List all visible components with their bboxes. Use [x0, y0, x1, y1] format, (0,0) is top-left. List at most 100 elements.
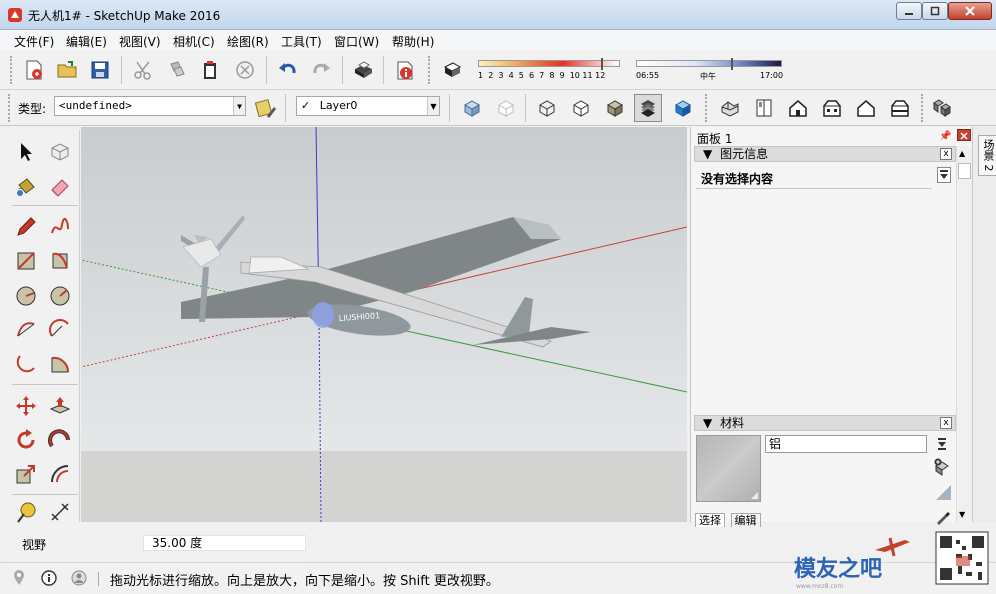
xray-button[interactable] [458, 94, 486, 122]
sample-paint-button[interactable] [935, 509, 951, 525]
top-view-button[interactable] [750, 94, 778, 122]
chevron-down-icon[interactable]: ▼ [233, 97, 245, 115]
dimension-tool-button[interactable] [46, 498, 74, 526]
move-tool-button[interactable] [12, 392, 40, 420]
menu-view[interactable]: 视图(V) [119, 33, 161, 50]
iso-view-button[interactable] [716, 94, 744, 122]
tab-edit[interactable]: 编辑 [730, 513, 761, 527]
material-menu-button[interactable] [935, 436, 949, 452]
chevron-down-icon[interactable]: ▼ [427, 97, 439, 115]
type-dropdown[interactable]: <undefined> ▼ [54, 96, 246, 116]
model-viewport[interactable]: LIUSHI001 [81, 127, 687, 522]
toolbar-grip[interactable] [705, 94, 709, 122]
eyedropper-icon [937, 512, 950, 525]
menu-edit[interactable]: 编辑(E) [66, 33, 107, 50]
scale-tool-button[interactable] [12, 460, 40, 488]
paint-bucket-button[interactable] [12, 173, 40, 201]
menu-tools[interactable]: 工具(T) [281, 33, 322, 50]
undo-button[interactable] [274, 56, 302, 84]
monochrome-button[interactable] [669, 94, 697, 122]
geo-location-icon[interactable] [10, 569, 28, 587]
shadow-time-slider[interactable]: 06:55 中午 17:00 [634, 58, 784, 84]
panel-close-button[interactable]: x [940, 148, 952, 160]
menu-draw[interactable]: 绘图(R) [227, 33, 269, 50]
three-point-arc-button[interactable] [12, 350, 40, 378]
info-icon[interactable] [40, 569, 58, 587]
close-button[interactable] [948, 2, 992, 20]
offset-tool-button[interactable] [46, 460, 74, 488]
rotate-tool-button[interactable] [12, 426, 40, 454]
shadow-month-slider[interactable]: 1 2 3 4 5 6 7 8 9 10 11 12 [474, 58, 624, 84]
sketchup-app-icon[interactable] [7, 7, 23, 23]
toolbar-grip[interactable] [10, 56, 14, 84]
hidden-line-button[interactable] [567, 94, 595, 122]
make-component-button[interactable] [46, 138, 74, 166]
erase-button[interactable] [231, 56, 259, 84]
polygon-tool-button[interactable] [46, 282, 74, 310]
toggle-details-button[interactable] [937, 167, 951, 183]
eraser-button[interactable] [46, 173, 74, 201]
print-button[interactable] [349, 56, 377, 84]
wireframe-button[interactable] [533, 94, 561, 122]
shaded-textures-button[interactable] [634, 94, 662, 122]
menu-help[interactable]: 帮助(H) [392, 33, 434, 50]
create-material-button[interactable] [933, 458, 951, 476]
default-material-button[interactable] [933, 482, 953, 502]
material-swatch[interactable] [696, 435, 761, 502]
cut-button[interactable] [129, 56, 157, 84]
follow-me-button[interactable] [46, 426, 74, 454]
copy-button[interactable] [163, 56, 191, 84]
pie-tool-button[interactable] [46, 350, 74, 378]
push-pull-button[interactable] [46, 392, 74, 420]
open-button[interactable] [53, 56, 81, 84]
rectangle-tool-button[interactable] [12, 247, 40, 275]
time-slider-thumb[interactable] [731, 58, 733, 70]
panel-close-button[interactable]: x [940, 417, 952, 429]
shaded-button[interactable] [601, 94, 629, 122]
freehand-tool-button[interactable] [46, 213, 74, 241]
save-button[interactable] [86, 56, 114, 84]
arc-tool-button[interactable] [12, 316, 40, 344]
pin-icon[interactable]: 📌 [939, 131, 951, 142]
scroll-down-icon[interactable]: ▼ [959, 510, 965, 519]
circle-tool-button[interactable] [12, 282, 40, 310]
two-point-arc-button[interactable] [46, 316, 74, 344]
paste-button[interactable] [196, 56, 224, 84]
tray-scrollbar[interactable]: ▲ ▼ [956, 146, 972, 522]
back-edges-button[interactable] [492, 94, 520, 122]
measurement-value-field[interactable]: 35.00 度 [143, 535, 306, 551]
menu-window[interactable]: 窗口(W) [334, 33, 379, 50]
rotated-rectangle-button[interactable] [46, 247, 74, 275]
select-tool-button[interactable] [12, 138, 40, 166]
tab-select[interactable]: 选择 [695, 513, 725, 527]
scroll-thumb[interactable] [958, 163, 971, 179]
menu-file[interactable]: 文件(F) [14, 33, 54, 50]
redo-button[interactable] [307, 56, 335, 84]
front-view-button[interactable] [784, 94, 812, 122]
toolbar-grip[interactable] [921, 94, 925, 122]
components-button[interactable] [928, 94, 956, 122]
month-slider-thumb[interactable] [601, 58, 603, 70]
entity-components-button[interactable] [251, 94, 279, 122]
scene-tab[interactable]: 场景 2 [978, 135, 996, 176]
model-info-button[interactable] [391, 56, 419, 84]
line-tool-button[interactable] [12, 213, 40, 241]
right-view-button[interactable] [818, 94, 846, 122]
menu-camera[interactable]: 相机(C) [173, 33, 215, 50]
new-model-button[interactable] [20, 56, 48, 84]
scroll-up-icon[interactable]: ▲ [959, 149, 965, 158]
back-view-button[interactable] [852, 94, 880, 122]
shadows-toggle-button[interactable] [438, 56, 466, 84]
toolbar-grip[interactable] [8, 94, 12, 122]
material-name-field[interactable]: 铝 [765, 435, 927, 453]
entity-info-header[interactable]: ▼ 图元信息 x [694, 146, 956, 162]
tape-measure-button[interactable] [12, 498, 40, 526]
maximize-button[interactable] [922, 2, 948, 20]
materials-header[interactable]: ▼ 材料 x [694, 415, 956, 431]
left-view-button[interactable] [886, 94, 914, 122]
toolbar-grip[interactable] [428, 56, 432, 84]
tray-close-button[interactable] [957, 129, 971, 141]
layer-dropdown[interactable]: ✓ Layer0 ▼ [296, 96, 440, 116]
minimize-button[interactable] [896, 2, 922, 20]
user-account-icon[interactable] [70, 569, 88, 587]
